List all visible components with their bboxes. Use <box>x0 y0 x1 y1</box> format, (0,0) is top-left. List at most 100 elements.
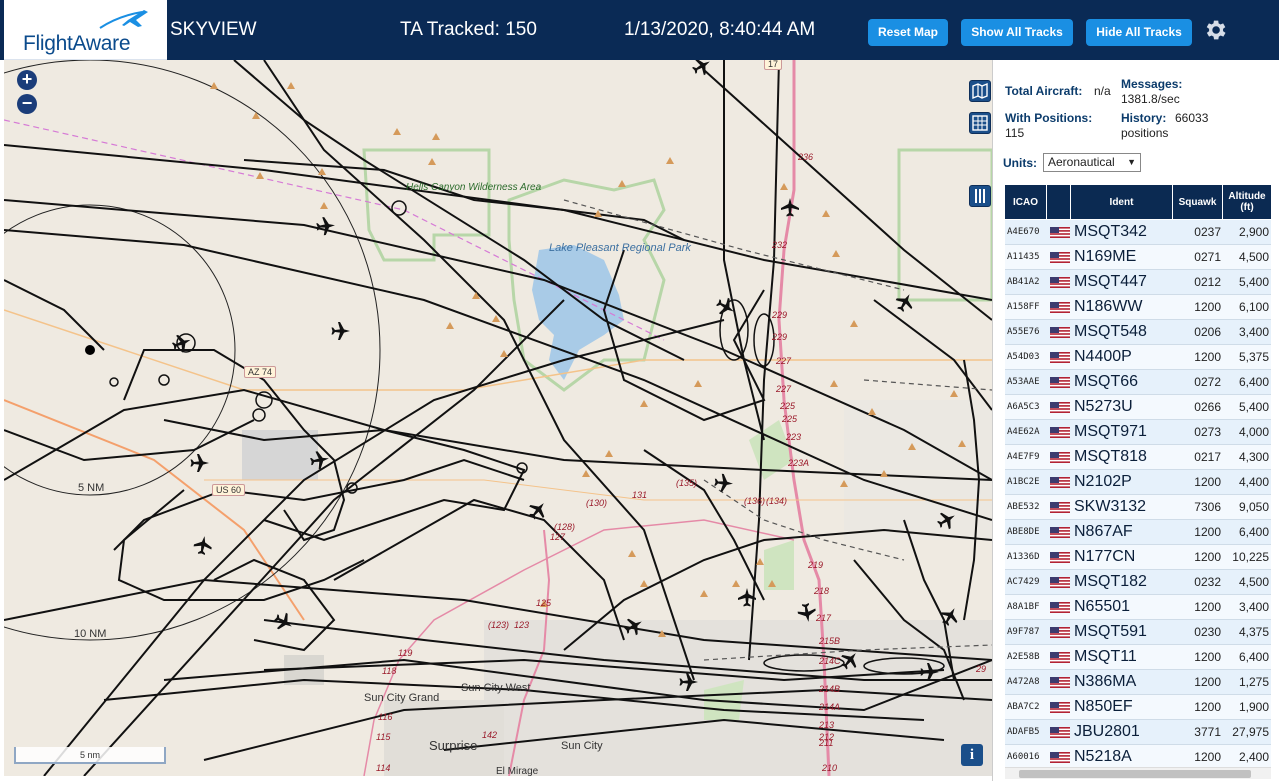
icao-cell: A4E670 <box>1007 227 1040 237</box>
column-header-flag[interactable] <box>1047 185 1071 219</box>
table-row[interactable]: ADAFB5 JBU2801 3771 27,975 <box>1005 720 1271 745</box>
column-header-squawk[interactable]: Squawk <box>1173 185 1223 219</box>
icao-cell: A158FF <box>1007 302 1040 312</box>
aircraft-icon[interactable] <box>781 198 799 217</box>
ident-cell: MSQT447 <box>1074 273 1147 290</box>
aircraft-icon[interactable] <box>679 673 699 691</box>
table-row[interactable]: ABE8DE N867AF 1200 6,400 <box>1005 520 1271 545</box>
route-number: (136) <box>744 496 766 506</box>
info-button[interactable]: i <box>961 744 983 766</box>
aircraft-icon[interactable] <box>315 216 336 236</box>
show-all-tracks-button[interactable]: Show All Tracks <box>961 19 1073 46</box>
icao-cell: ADAFB5 <box>1007 727 1040 737</box>
squawk-cell: 0237 <box>1194 225 1221 239</box>
aircraft-icon[interactable] <box>524 497 551 524</box>
table-row[interactable]: A158FF N186WW 1200 6,100 <box>1005 295 1271 320</box>
units-label: Units: <box>1003 156 1037 170</box>
table-row[interactable]: A54D03 N4400P 1200 5,375 <box>1005 345 1271 370</box>
table-row[interactable]: A1336D N177CN 1200 10,225 <box>1005 545 1271 570</box>
aircraft-icon[interactable] <box>738 588 756 607</box>
icao-cell: ABE532 <box>1007 502 1040 512</box>
icao-cell: A6A5C3 <box>1007 402 1040 412</box>
icao-cell: A53AAE <box>1007 377 1040 387</box>
table-row[interactable]: A6A5C3 N5273U 0266 5,400 <box>1005 395 1271 420</box>
table-row[interactable]: AC7429 MSQT182 0232 4,500 <box>1005 570 1271 595</box>
route-number: 214B <box>819 684 841 694</box>
aircraft-icon[interactable] <box>934 507 960 533</box>
table-row[interactable]: A53AAE MSQT66 0272 6,400 <box>1005 370 1271 395</box>
map-label-sun-city-grand: Sun City Grand <box>364 692 440 704</box>
aircraft-icon[interactable] <box>937 603 963 629</box>
aircraft-icon[interactable] <box>271 609 297 635</box>
aircraft-icon[interactable] <box>331 322 351 340</box>
table-row[interactable]: A1BC2E N2102P 1200 4,400 <box>1005 470 1271 495</box>
ident-cell: MSQT548 <box>1074 323 1147 340</box>
icao-cell: A11435 <box>1007 252 1040 262</box>
hide-all-tracks-button[interactable]: Hide All Tracks <box>1086 19 1192 46</box>
column-header-altitude[interactable]: Altitude (ft) <box>1223 185 1271 219</box>
aircraft-icon[interactable] <box>713 294 739 320</box>
icao-cell: A55E76 <box>1007 327 1040 337</box>
icao-cell: A2E58B <box>1007 652 1040 662</box>
table-row[interactable]: A55E76 MSQT548 0206 3,400 <box>1005 320 1271 345</box>
gear-icon[interactable] <box>1202 17 1228 43</box>
zoom-in-button[interactable]: + <box>17 70 37 90</box>
squawk-cell: 1200 <box>1194 475 1221 489</box>
aircraft-icon[interactable] <box>192 534 214 556</box>
units-select[interactable]: Aeronautical ▼ <box>1043 153 1141 172</box>
squawk-cell: 1200 <box>1194 650 1221 664</box>
us-flag-icon <box>1050 577 1070 588</box>
us-flag-icon <box>1050 327 1070 338</box>
us-flag-icon <box>1050 752 1070 763</box>
table-row[interactable]: AB41A2 MSQT447 0212 5,400 <box>1005 270 1271 295</box>
horizontal-scrollbar[interactable] <box>1005 767 1271 779</box>
map-layer-button[interactable] <box>969 80 991 102</box>
map-canvas[interactable]: 5 NM 10 NM Hells Canyon Wilderness Area … <box>4 60 992 776</box>
icao-cell: A1BC2E <box>1007 477 1040 487</box>
column-header-icao[interactable]: ICAO <box>1005 185 1047 219</box>
altitude-cell: 4,375 <box>1238 625 1269 639</box>
reset-map-button[interactable]: Reset Map <box>868 19 948 46</box>
table-row[interactable]: A11435 N169ME 0271 4,500 <box>1005 245 1271 270</box>
table-row[interactable]: A4E670 MSQT342 0237 2,900 <box>1005 220 1271 245</box>
table-row[interactable]: A9F787 MSQT591 0230 4,375 <box>1005 620 1271 645</box>
aircraft-icon[interactable] <box>796 602 818 624</box>
route-number: 214C <box>819 656 841 666</box>
altitude-cell: 3,400 <box>1238 325 1269 339</box>
squawk-cell: 0217 <box>1194 450 1221 464</box>
route-number: 219 <box>808 560 824 570</box>
aircraft-icon[interactable] <box>621 613 647 639</box>
aircraft-icon[interactable] <box>892 289 918 315</box>
table-row[interactable]: A8A1BF N65501 1200 3,400 <box>1005 595 1271 620</box>
route-number: 119 <box>398 648 413 658</box>
table-row[interactable]: A4E62A MSQT971 0273 4,000 <box>1005 420 1271 445</box>
route-number: 227 <box>776 384 792 394</box>
us-flag-icon <box>1050 477 1070 488</box>
table-row[interactable]: A472A8 N386MA 1200 1,275 <box>1005 670 1271 695</box>
panel-toggle-button[interactable] <box>969 185 991 207</box>
aircraft-icon[interactable] <box>713 473 734 493</box>
table-row[interactable]: ABA7C2 N850EF 1200 1,900 <box>1005 695 1271 720</box>
route-number: 115 <box>376 732 391 742</box>
table-row[interactable]: A4E7F9 MSQT818 0217 4,300 <box>1005 445 1271 470</box>
table-row[interactable]: ABE532 SKW3132 7306 9,050 <box>1005 495 1271 520</box>
zoom-out-button[interactable]: − <box>17 94 37 114</box>
aircraft-icon[interactable] <box>190 454 210 472</box>
aircraft-icon[interactable] <box>689 60 715 79</box>
aircraft-icon[interactable] <box>920 663 940 681</box>
route-number: 125 <box>536 598 552 608</box>
us-flag-icon <box>1050 502 1070 513</box>
icao-cell: A54D03 <box>1007 352 1040 362</box>
ident-cell: MSQT182 <box>1074 573 1147 590</box>
aircraft-icon[interactable] <box>169 331 194 355</box>
scrollbar-thumb[interactable] <box>1019 770 1251 778</box>
aircraft-icon[interactable] <box>309 449 331 471</box>
altitude-cell: 5,375 <box>1238 350 1269 364</box>
route-number: 229 <box>772 332 788 342</box>
grid-toggle-button[interactable] <box>969 112 991 134</box>
table-row[interactable]: A2E58B MSQT11 1200 6,400 <box>1005 645 1271 670</box>
column-header-ident[interactable]: Ident <box>1071 185 1173 219</box>
us-flag-icon <box>1050 277 1070 288</box>
flightaware-logo[interactable]: FlightAware <box>4 0 167 60</box>
squawk-cell: 7306 <box>1194 500 1221 514</box>
